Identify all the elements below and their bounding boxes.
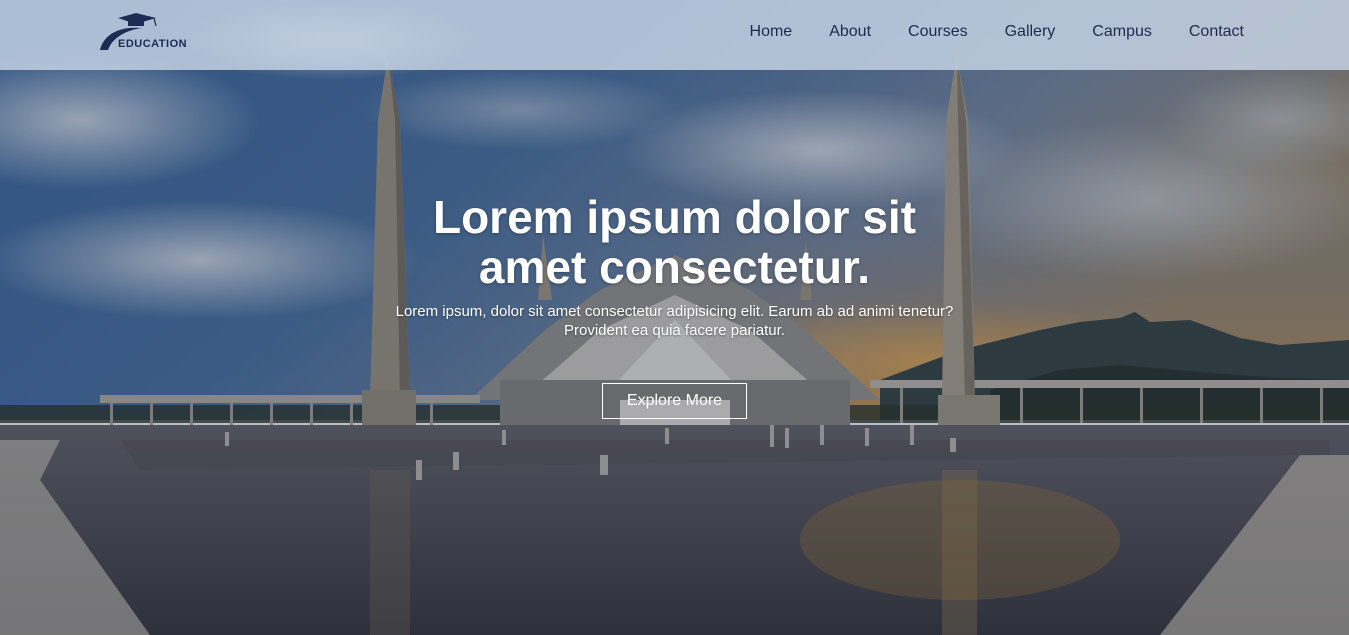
site-header: EDUCATION Home About Courses Gallery Cam… <box>0 0 1349 70</box>
nav-item-about[interactable]: About <box>829 22 871 42</box>
brand-logo[interactable]: EDUCATION <box>98 12 198 54</box>
landing-page: EDUCATION Home About Courses Gallery Cam… <box>0 0 1349 635</box>
nav-item-courses[interactable]: Courses <box>908 22 968 42</box>
logo-text: EDUCATION <box>118 38 188 50</box>
hero-title: Lorem ipsum dolor sit amet consectetur. <box>432 191 917 293</box>
nav-item-gallery[interactable]: Gallery <box>1005 22 1056 42</box>
nav-item-home[interactable]: Home <box>750 22 793 42</box>
hero-content: Lorem ipsum dolor sit amet consectetur. … <box>0 192 1349 419</box>
hero-subtitle: Lorem ipsum, dolor sit amet consectetur … <box>395 303 954 339</box>
nav-item-contact[interactable]: Contact <box>1189 22 1244 42</box>
explore-more-button[interactable]: Explore More <box>601 383 748 419</box>
main-navigation: Home About Courses Gallery Campus Contac… <box>713 22 1244 42</box>
nav-item-campus[interactable]: Campus <box>1092 22 1152 42</box>
